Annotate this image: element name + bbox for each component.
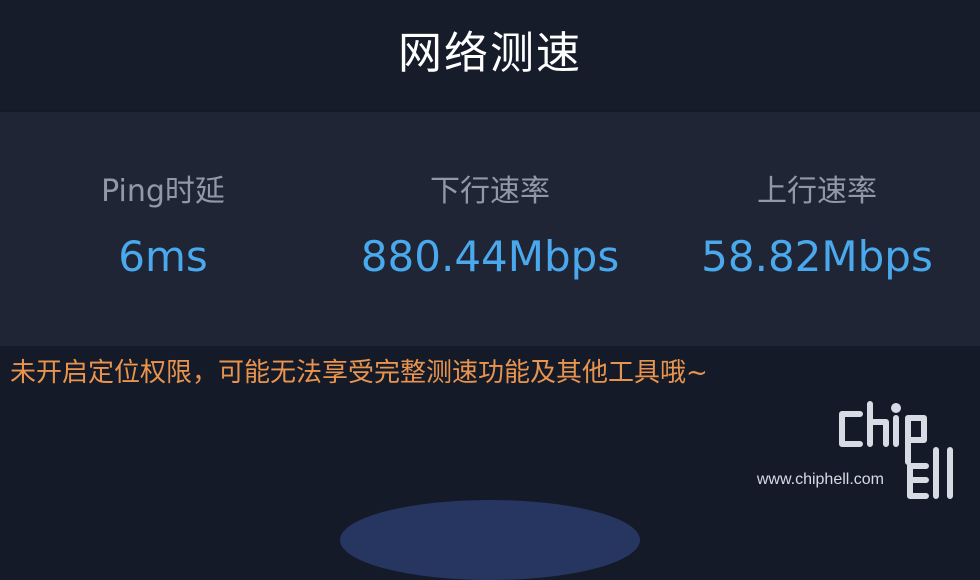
stat-ping: Ping时延 6ms <box>3 172 323 282</box>
watermark-url: www.chiphell.com <box>756 471 884 488</box>
stat-upload-value: 58.82Mbps <box>701 232 933 281</box>
stat-download: 下行速率 880.44Mbps <box>330 172 650 282</box>
speed-dial-arc <box>340 500 640 580</box>
stat-download-value: 880.44Mbps <box>360 232 620 281</box>
stat-ping-value: 6ms <box>118 232 208 281</box>
stat-download-label: 下行速率 <box>430 174 550 209</box>
stat-upload-label: 上行速率 <box>757 174 877 209</box>
page-title: 网络测速 <box>398 28 582 79</box>
header-bar: 网络测速 <box>0 0 980 110</box>
location-permission-notice[interactable]: 未开启定位权限，可能无法享受完整测速功能及其他工具哦~ <box>10 352 708 394</box>
stats-panel: Ping时延 6ms 下行速率 880.44Mbps 上行速率 58.82Mbp… <box>0 112 980 346</box>
stat-upload: 上行速率 58.82Mbps <box>657 172 977 282</box>
stat-ping-label: Ping时延 <box>101 174 225 209</box>
